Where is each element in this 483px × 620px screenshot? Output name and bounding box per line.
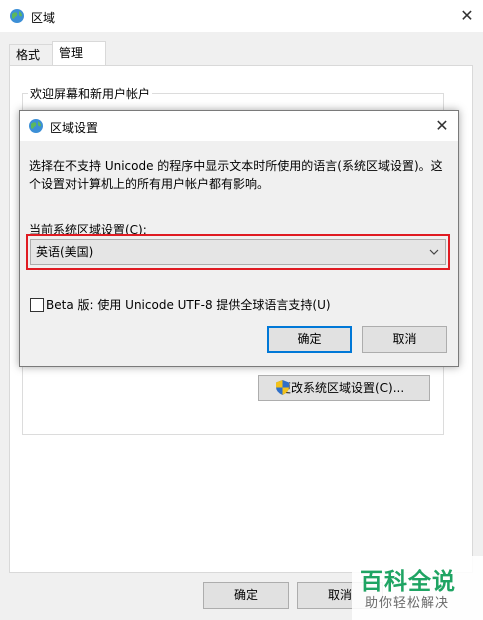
locale-selected-value: 英语(美国) (36, 245, 94, 259)
description-line-2: 个设置对计算机上的所有用户帐户都有影响。 (29, 177, 270, 191)
description-line-1: 选择在不支持 Unicode 的程序中显示文本时所使用的语言(系统区域设置)。这 (29, 159, 443, 173)
watermark-slogan: 助你轻松解决 (365, 596, 450, 611)
beta-utf8-checkbox[interactable] (30, 298, 44, 312)
dialog-title: 区域设置 (50, 121, 99, 135)
beta-utf8-label[interactable]: Beta 版: 使用 Unicode UTF-8 提供全球语言支持(U) (46, 296, 331, 313)
region-window-title: 区域 (31, 11, 56, 25)
globe-icon (29, 119, 43, 133)
region-settings-dialog: 区域设置 ✕ 选择在不支持 Unicode 的程序中显示文本时所使用的语言(系统… (19, 110, 459, 367)
uac-shield-icon (276, 380, 289, 395)
welcome-group-label: 欢迎屏幕和新用户帐户 (28, 85, 153, 102)
chevron-down-icon (429, 240, 439, 274)
region-ok-button[interactable]: 确定 (203, 582, 289, 609)
close-icon[interactable]: ✕ (452, 4, 482, 28)
change-system-locale-label: 更改系统区域设置(C)... (279, 381, 405, 395)
globe-icon (10, 9, 24, 23)
system-locale-dropdown[interactable]: 英语(美国) (30, 239, 446, 265)
region-window-titlebar: 区域 ✕ (0, 0, 483, 32)
dialog-ok-button[interactable]: 确定 (267, 326, 352, 353)
dialog-cancel-button[interactable]: 取消 (362, 326, 447, 353)
watermark-logo-text: 百科全说 (360, 569, 456, 595)
dialog-titlebar: 区域设置 ✕ (20, 111, 458, 141)
close-icon[interactable]: ✕ (430, 115, 454, 137)
dialog-description: 选择在不支持 Unicode 的程序中显示文本时所使用的语言(系统区域设置)。这… (29, 157, 449, 193)
tab-manage[interactable]: 管理 (52, 41, 106, 66)
